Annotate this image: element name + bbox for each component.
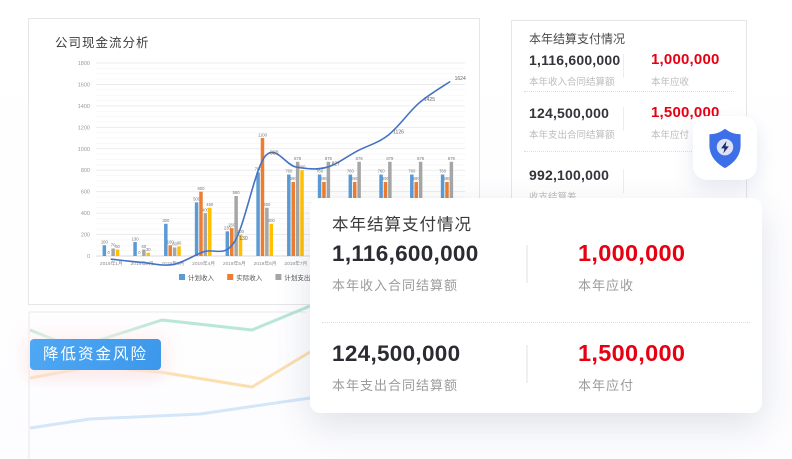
svg-text:30: 30 — [146, 247, 151, 252]
divider — [623, 107, 624, 131]
svg-text:1100: 1100 — [258, 132, 268, 137]
expense-settlement-label: 本年支出合同结算额 — [529, 127, 615, 141]
svg-text:600: 600 — [197, 186, 205, 191]
receivable-value-large: 1,000,000 — [578, 240, 685, 267]
svg-text:1624: 1624 — [455, 76, 466, 82]
svg-text:879: 879 — [294, 156, 302, 161]
svg-text:100: 100 — [101, 239, 109, 244]
expense-settlement-value-large: 124,500,000 — [332, 341, 460, 367]
svg-text:800: 800 — [81, 168, 90, 174]
svg-text:130: 130 — [132, 236, 140, 241]
svg-text:600: 600 — [81, 190, 90, 196]
security-feature-card — [693, 116, 757, 180]
svg-text:计划收入: 计划收入 — [188, 273, 215, 282]
svg-text:1800: 1800 — [78, 61, 90, 67]
income-settlement-value-large: 1,116,600,000 — [332, 241, 479, 267]
income-settlement-label: 本年收入合同结算额 — [529, 74, 615, 88]
svg-text:450: 450 — [263, 202, 271, 207]
svg-text:90: 90 — [177, 241, 182, 246]
svg-text:1126: 1126 — [393, 129, 404, 135]
svg-text:760: 760 — [347, 169, 355, 174]
svg-text:760: 760 — [408, 169, 416, 174]
svg-text:2019年5月: 2019年5月 — [223, 260, 246, 267]
reduce-risk-badge[interactable]: 降低资金风险 — [30, 339, 161, 370]
svg-text:2019年3月: 2019年3月 — [161, 260, 184, 267]
svg-text:2019年6月: 2019年6月 — [254, 260, 277, 267]
svg-text:计划支出: 计划支出 — [284, 273, 310, 282]
svg-text:60: 60 — [115, 244, 120, 249]
payable-label: 本年应付 — [651, 127, 689, 141]
summary-panel-title: 本年结算支付情况 — [529, 30, 625, 47]
svg-text:400: 400 — [81, 211, 90, 217]
dashboard-page: { "chart_data": { "type": "bar", "title"… — [0, 0, 792, 459]
divider — [526, 345, 528, 383]
svg-text:1000: 1000 — [78, 147, 90, 153]
svg-text:300: 300 — [268, 218, 276, 223]
svg-text:879: 879 — [356, 156, 364, 161]
svg-text:879: 879 — [417, 156, 425, 161]
svg-text:827: 827 — [332, 161, 341, 167]
divider — [623, 169, 624, 193]
divider — [526, 245, 528, 283]
svg-text:1400: 1400 — [78, 104, 90, 110]
svg-text:879: 879 — [448, 156, 456, 161]
svg-text:450: 450 — [206, 202, 214, 207]
svg-text:2019年4月: 2019年4月 — [192, 260, 215, 267]
svg-text:1200: 1200 — [78, 125, 90, 131]
background-line-blue — [30, 398, 310, 428]
svg-text:2019年7月: 2019年7月 — [284, 260, 307, 267]
payable-label-large: 本年应付 — [578, 375, 634, 394]
svg-text:实际收入: 实际收入 — [236, 273, 263, 282]
detail-card-title: 本年结算支付情况 — [332, 211, 472, 235]
svg-text:200: 200 — [81, 233, 90, 239]
svg-text:130: 130 — [239, 236, 248, 242]
svg-text:1600: 1600 — [78, 82, 90, 88]
svg-text:879: 879 — [386, 156, 394, 161]
income-settlement-value: 1,116,600,000 — [529, 52, 620, 68]
svg-text:879: 879 — [325, 156, 333, 161]
svg-text:930: 930 — [270, 150, 279, 156]
expense-settlement-value: 124,500,000 — [529, 105, 609, 121]
svg-text:300: 300 — [162, 218, 170, 223]
svg-text:0: 0 — [87, 254, 90, 260]
divider — [623, 54, 624, 78]
svg-text:1425: 1425 — [424, 97, 435, 103]
receivable-value: 1,000,000 — [651, 51, 720, 68]
svg-text:760: 760 — [285, 169, 293, 174]
dotted-divider — [524, 91, 734, 92]
receivable-label: 本年应收 — [651, 74, 689, 88]
shield-lightning-icon — [703, 125, 747, 171]
settlement-detail-card: 本年结算支付情况 1,116,600,000 1,000,000 本年收入合同结… — [310, 198, 762, 413]
dotted-divider — [322, 322, 750, 323]
expense-settlement-label-large: 本年支出合同结算额 — [332, 375, 458, 394]
svg-text:2019年1月: 2019年1月 — [100, 260, 123, 267]
svg-text:760: 760 — [439, 169, 447, 174]
receivable-label-large: 本年应收 — [578, 275, 634, 294]
income-settlement-label-large: 本年收入合同结算额 — [332, 275, 458, 294]
payable-value-large: 1,500,000 — [578, 340, 685, 367]
svg-text:760: 760 — [378, 169, 386, 174]
balance-value: 992,100,000 — [529, 167, 609, 183]
svg-text:560: 560 — [233, 190, 241, 195]
